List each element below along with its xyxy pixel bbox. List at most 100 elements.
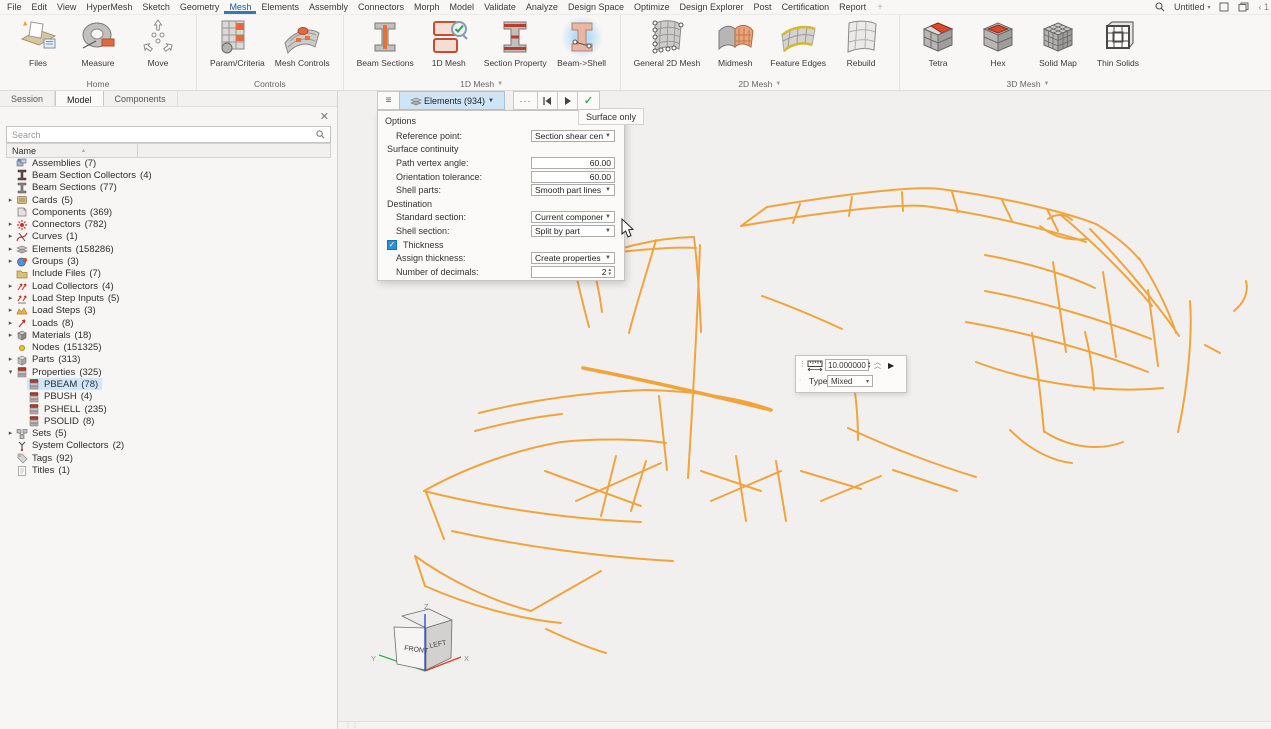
ribbon-item-files[interactable]: Files [8,15,68,77]
tree-item-pbeam[interactable]: PBEAM(78) [6,378,330,390]
tab-components[interactable]: Components [104,90,178,106]
tree-item-content[interactable]: PBEAM(78) [27,378,102,390]
collapse-arrow-icon[interactable]: ▾ [6,368,15,377]
restore-window-icon[interactable] [1238,2,1249,12]
tree-item-system-collectors[interactable]: System Collectors(2) [6,440,330,452]
tree-item-psolid[interactable]: PSOLID(8) [6,415,330,427]
window-layout-icon[interactable] [1219,2,1229,12]
ribbon-item-hex[interactable]: Hex [968,15,1028,77]
ribbon-item-measure[interactable]: Measure [68,15,128,77]
tree-item-loads[interactable]: ▸Loads(8) [6,317,330,329]
tree-item-groups[interactable]: ▸Groups(3) [6,255,330,267]
tree-item-content[interactable]: Assemblies(7) [15,157,100,169]
tree-item-content[interactable]: Include Files(7) [15,268,105,280]
ribbon-item-beam-sections[interactable]: Beam Sections [352,15,419,77]
expand-arrow-icon[interactable]: ▸ [6,429,15,438]
ribbon-item-rebuild[interactable]: Rebuild [831,15,891,77]
assign-thickness-select[interactable]: Create properties▼ [531,252,615,264]
expand-arrow-icon[interactable]: ▸ [6,294,15,303]
tree-item-components[interactable]: Components(369) [6,206,330,218]
ribbon-group-label[interactable]: 3D Mesh▼ [908,77,1148,90]
reference-point-select[interactable]: Section shear center▼ [531,130,615,142]
tree-item-beam-sections[interactable]: Beam Sections(77) [6,182,330,194]
expand-up-icon[interactable]: ︿︿ [874,361,881,369]
tree-column-header[interactable]: Name ▴ [6,143,331,158]
ribbon-group-label[interactable]: Controls [205,77,335,90]
tree-item-content[interactable]: Beam Section Collectors(4) [15,169,156,181]
cube-front-face[interactable] [394,627,426,670]
rewind-button[interactable] [537,91,558,110]
menu-file[interactable]: File [2,0,27,14]
tree-item-content[interactable]: Materials(18) [15,329,95,341]
entity-selector[interactable]: Elements (934) ▼ [399,91,505,110]
tree-item-pbush[interactable]: PBUSH(4) [6,391,330,403]
search-icon[interactable] [1155,2,1165,12]
path-vertex-angle-input[interactable]: 60.00 [531,157,615,169]
ribbon-item-1d-mesh[interactable]: 1D Mesh [419,15,479,77]
ribbon-item-solid-map[interactable]: Solid Map [1028,15,1088,77]
menu-report[interactable]: Report [834,0,871,14]
ribbon-item-thin-solids[interactable]: Thin Solids [1088,15,1148,77]
tree-item-beam-section-collectors[interactable]: Beam Section Collectors(4) [6,169,330,181]
menu-certification[interactable]: Certification [777,0,835,14]
expand-arrow-icon[interactable]: ▸ [6,331,15,340]
tree-item-content[interactable]: Connectors(782) [15,219,111,231]
tree-item-sets[interactable]: ▸Sets(5) [6,428,330,440]
tree-item-content[interactable]: Titles(1) [15,465,74,477]
menu-optimize[interactable]: Optimize [629,0,675,14]
column-divider[interactable] [137,144,138,157]
expand-arrow-icon[interactable]: ▸ [6,245,15,254]
tree-item-content[interactable]: Properties(325) [15,366,106,378]
tree-item-content[interactable]: Sets(5) [15,428,71,440]
menu-edit[interactable]: Edit [27,0,53,14]
tree-item-content[interactable]: Beam Sections(77) [15,182,121,194]
shell-section-select[interactable]: Split by part▼ [531,225,615,237]
tree-item-content[interactable]: Loads(8) [15,317,78,329]
number-of-decimals-input[interactable]: 2▴▾ [531,266,615,278]
tree-item-content[interactable]: Groups(3) [15,256,83,268]
orientation-tolerance-input[interactable]: 60.00 [531,171,615,183]
tree-item-connectors[interactable]: ▸Connectors(782) [6,218,330,230]
tree-item-assemblies[interactable]: Assemblies(7) [6,157,330,169]
standard-section-select[interactable]: Current component▼ [531,211,615,223]
tree-item-content[interactable]: Load Step Inputs(5) [15,292,123,304]
tree-item-content[interactable]: PBUSH(4) [27,391,96,403]
ribbon-item-mesh-controls[interactable]: Mesh Controls [270,15,335,77]
expand-arrow-icon[interactable]: ▸ [6,220,15,229]
menu-validate[interactable]: Validate [479,0,521,14]
document-title-dropdown[interactable]: Untitled ▾ [1174,2,1211,12]
search-input[interactable]: Search [6,126,331,143]
tree-item-nodes[interactable]: Nodes(151325) [6,341,330,353]
close-icon[interactable]: ✕ [320,112,329,122]
expand-arrow-icon[interactable]: ▸ [6,232,15,241]
menu-morph[interactable]: Morph [409,0,445,14]
tree-item-content[interactable]: Cards(5) [15,194,77,206]
expand-arrow-icon[interactable]: ▸ [6,257,15,266]
ribbon-item-move[interactable]: Move [128,15,188,77]
tree-item-content[interactable]: Load Collectors(4) [15,280,118,292]
menu-analyze[interactable]: Analyze [521,0,563,14]
ribbon-item-feature-edges[interactable]: Feature Edges [765,15,831,77]
ribbon-group-label[interactable]: Home [8,77,188,90]
tree-item-content[interactable]: System Collectors(2) [15,440,128,452]
tree-item-parts[interactable]: ▸Parts(313) [6,354,330,366]
selector-more-button[interactable]: ··· [513,91,538,110]
menu-connectors[interactable]: Connectors [353,0,409,14]
tree-item-properties[interactable]: ▾Properties(325) [6,366,330,378]
tab-model[interactable]: Model [55,90,104,106]
size-input[interactable]: 10.000000 ▴▾ [825,359,869,371]
spinner-icon[interactable]: ▴▾ [608,268,611,276]
tab-session[interactable]: Session [0,90,55,106]
thickness-checkbox[interactable]: ✓ [387,240,397,250]
tree-item-elements[interactable]: ▸Elements(158286) [6,243,330,255]
play-icon[interactable]: ▶ [888,361,894,370]
tree-item-content[interactable]: PSOLID(8) [27,415,98,427]
menu-elements[interactable]: Elements [256,0,304,14]
ribbon-item-section-property[interactable]: Section Property [479,15,552,77]
accept-check-button[interactable]: ✓ [577,91,600,110]
tree-item-content[interactable]: PSHELL(235) [27,403,111,415]
drag-handle[interactable]: ⋮ [799,363,804,367]
tree-item-content[interactable]: Curves(1) [15,231,82,243]
spinner-icon[interactable]: ▴▾ [868,361,871,369]
tree-item-cards[interactable]: ▸Cards(5) [6,194,330,206]
